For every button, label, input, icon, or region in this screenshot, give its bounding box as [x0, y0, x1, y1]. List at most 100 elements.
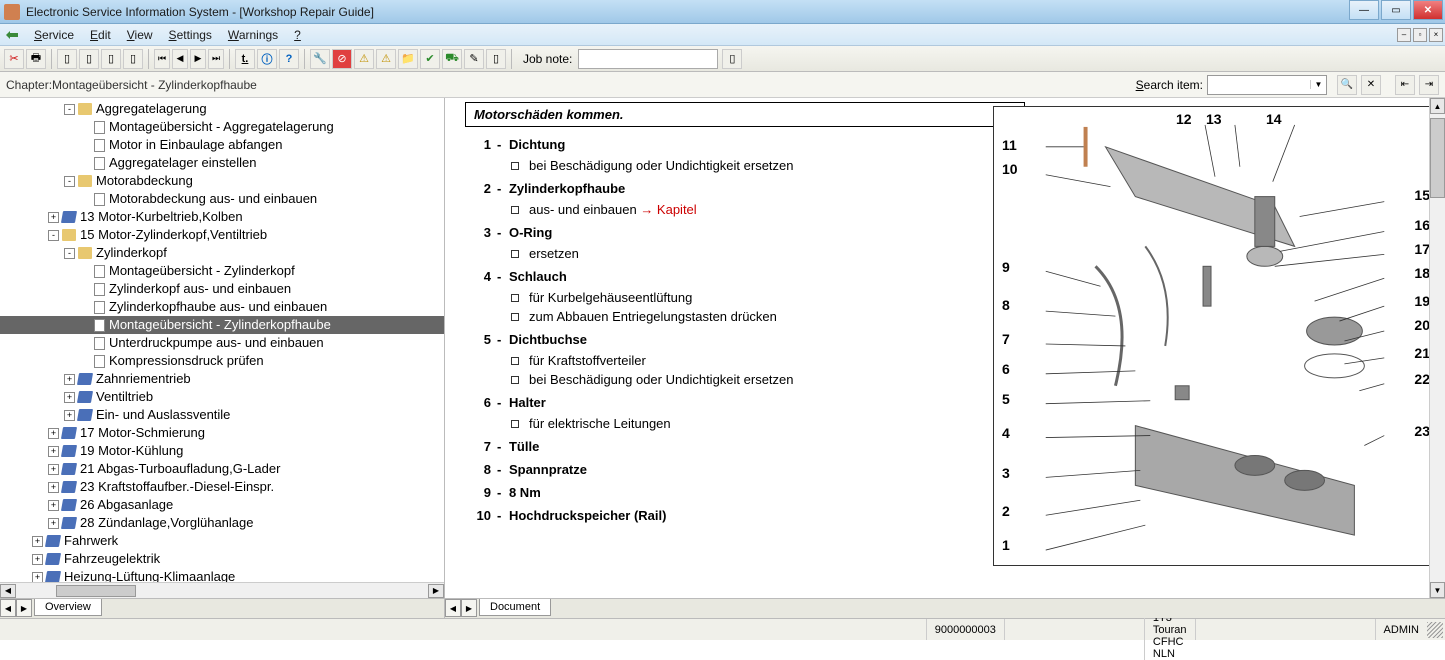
job-note-input[interactable] — [578, 49, 718, 69]
tree-item[interactable]: +Fahrzeugelektrik — [0, 550, 444, 568]
content-tab-next-button[interactable]: ▶ — [461, 599, 477, 617]
search-go-button[interactable]: 🔍 — [1337, 75, 1357, 95]
mdi-restore-button[interactable]: ▫ — [1413, 28, 1427, 42]
tree-item[interactable]: +26 Abgasanlage — [0, 496, 444, 514]
tree-item[interactable]: Montageübersicht - Zylinderkopfhaube — [0, 316, 444, 334]
nav-last-button[interactable]: ⏭ — [208, 49, 224, 69]
expand-icon[interactable]: + — [32, 536, 43, 547]
car-button[interactable]: ⛟ — [442, 49, 462, 69]
tree-item[interactable]: +19 Motor-Kühlung — [0, 442, 444, 460]
expand-icon[interactable]: + — [48, 518, 59, 529]
tree-item[interactable]: +28 Zündanlage,Vorglühanlage — [0, 514, 444, 532]
close-button[interactable]: ✕ — [1413, 0, 1443, 20]
search-expand-button[interactable]: ⇤ — [1395, 75, 1415, 95]
expand-icon[interactable]: + — [48, 428, 59, 439]
tree-item[interactable]: -Aggregatelagerung — [0, 100, 444, 118]
mdi-minimize-button[interactable]: – — [1397, 28, 1411, 42]
stop-button[interactable]: ⊘ — [332, 49, 352, 69]
expand-icon[interactable]: + — [64, 410, 75, 421]
menu-help[interactable]: ? — [286, 25, 309, 45]
tab-overview[interactable]: Overview — [34, 599, 102, 616]
wrench-button[interactable]: 🔧 — [310, 49, 330, 69]
help-button[interactable]: ? — [279, 49, 299, 69]
expand-icon[interactable]: + — [48, 500, 59, 511]
expand-icon[interactable]: + — [48, 446, 59, 457]
doc-button-2[interactable]: ▯ — [79, 49, 99, 69]
expand-icon[interactable]: + — [48, 482, 59, 493]
section-heading: 2- Zylinderkopfhaube — [465, 181, 975, 196]
tree-item-label: Montageübersicht - Zylinderkopf — [109, 262, 295, 280]
tree-item[interactable]: Motor in Einbaulage abfangen — [0, 136, 444, 154]
tree-item[interactable]: +17 Motor-Schmierung — [0, 424, 444, 442]
tree-item[interactable]: Zylinderkopf aus- und einbauen — [0, 280, 444, 298]
tool-button[interactable]: t. — [235, 49, 255, 69]
green-button[interactable]: ✔ — [420, 49, 440, 69]
tree-item[interactable]: Aggregatelager einstellen — [0, 154, 444, 172]
tree-item[interactable]: + Zahnriementrieb — [0, 370, 444, 388]
tree-item[interactable]: +21 Abgas-Turboaufladung,G-Lader — [0, 460, 444, 478]
nav-first-button[interactable]: ⏮ — [154, 49, 170, 69]
print-button[interactable]: 🖶 — [26, 49, 46, 69]
resize-grip-icon[interactable] — [1427, 622, 1443, 638]
tree-item[interactable]: Zylinderkopfhaube aus- und einbauen — [0, 298, 444, 316]
folder-button[interactable]: 📁 — [398, 49, 418, 69]
maximize-button[interactable]: ▭ — [1381, 0, 1411, 20]
tree-tab-next-button[interactable]: ▶ — [16, 599, 32, 617]
collapse-icon[interactable]: - — [64, 176, 75, 187]
menu-view[interactable]: View — [119, 25, 161, 45]
warning-triangle-button[interactable]: ⚠ — [354, 49, 374, 69]
expand-icon[interactable]: + — [64, 392, 75, 403]
tree-item[interactable]: -15 Motor-Zylinderkopf,Ventiltrieb — [0, 226, 444, 244]
menu-edit[interactable]: Edit — [82, 25, 119, 45]
chapter-link[interactable]: → Kapitel — [640, 202, 696, 217]
tree-item[interactable]: Montageübersicht - Aggregatelagerung — [0, 118, 444, 136]
expand-icon[interactable]: + — [32, 572, 43, 583]
section-heading: 4- Schlauch — [465, 269, 975, 284]
tree-item[interactable]: +Ein- und Auslassventile — [0, 406, 444, 424]
collapse-icon[interactable]: - — [48, 230, 59, 241]
expand-icon[interactable]: + — [64, 374, 75, 385]
tree-item[interactable]: Montageübersicht - Zylinderkopf — [0, 262, 444, 280]
tree-item[interactable]: +Heizung-Lüftung-Klimaanlage — [0, 568, 444, 582]
tree-item[interactable]: -Motorabdeckung — [0, 172, 444, 190]
collapse-icon[interactable]: - — [64, 248, 75, 259]
info-button[interactable]: ⓘ — [257, 49, 277, 69]
tab-document[interactable]: Document — [479, 599, 551, 616]
expand-icon[interactable]: + — [32, 554, 43, 565]
tree-item[interactable]: +13 Motor-Kurbeltrieb,Kolben — [0, 208, 444, 226]
menu-settings[interactable]: Settings — [161, 25, 220, 45]
doc-button-4[interactable]: ▯ — [123, 49, 143, 69]
tree-item[interactable]: +Ventiltrieb — [0, 388, 444, 406]
cut-button[interactable]: ✂ — [4, 49, 24, 69]
nav-next-button[interactable]: ▶ — [190, 49, 206, 69]
minimize-button[interactable]: — — [1349, 0, 1379, 20]
tree-item[interactable]: +23 Kraftstoffaufber.-Diesel-Einspr. — [0, 478, 444, 496]
search-collapse-button[interactable]: ⇥ — [1419, 75, 1439, 95]
search-clear-button[interactable]: ✕ — [1361, 75, 1381, 95]
warning-triangle-2-button[interactable]: ⚠ — [376, 49, 396, 69]
job-note-submit-button[interactable]: ▯ — [722, 49, 742, 69]
tree-item[interactable]: +Fahrwerk — [0, 532, 444, 550]
edit-button[interactable]: ✎ — [464, 49, 484, 69]
content-vertical-scrollbar[interactable]: ▲▼ — [1429, 98, 1445, 598]
collapse-icon[interactable]: - — [64, 104, 75, 115]
mdi-close-button[interactable]: × — [1429, 28, 1443, 42]
expand-icon[interactable]: + — [48, 464, 59, 475]
tree-item[interactable]: -Zylinderkopf — [0, 244, 444, 262]
tree-view[interactable]: -AggregatelagerungMontageübersicht - Agg… — [0, 98, 444, 582]
nav-prev-button[interactable]: ◀ — [172, 49, 188, 69]
expand-icon[interactable]: + — [48, 212, 59, 223]
tree-item[interactable]: Kompressionsdruck prüfen — [0, 352, 444, 370]
menu-service[interactable]: Service — [26, 25, 82, 45]
doc-button-1[interactable]: ▯ — [57, 49, 77, 69]
note-button[interactable]: ▯ — [486, 49, 506, 69]
content-tab-prev-button[interactable]: ◀ — [445, 599, 461, 617]
tree-item[interactable]: Motorabdeckung aus- und einbauen — [0, 190, 444, 208]
tree-item-label: Zahnriementrieb — [96, 370, 191, 388]
menu-warnings[interactable]: Warnings — [220, 25, 286, 45]
tree-horizontal-scrollbar[interactable]: ◀▶ — [0, 582, 444, 598]
tree-tab-prev-button[interactable]: ◀ — [0, 599, 16, 617]
doc-button-3[interactable]: ▯ — [101, 49, 121, 69]
tree-item[interactable]: Unterdruckpumpe aus- und einbauen — [0, 334, 444, 352]
search-combo[interactable]: ▼ — [1207, 75, 1327, 95]
